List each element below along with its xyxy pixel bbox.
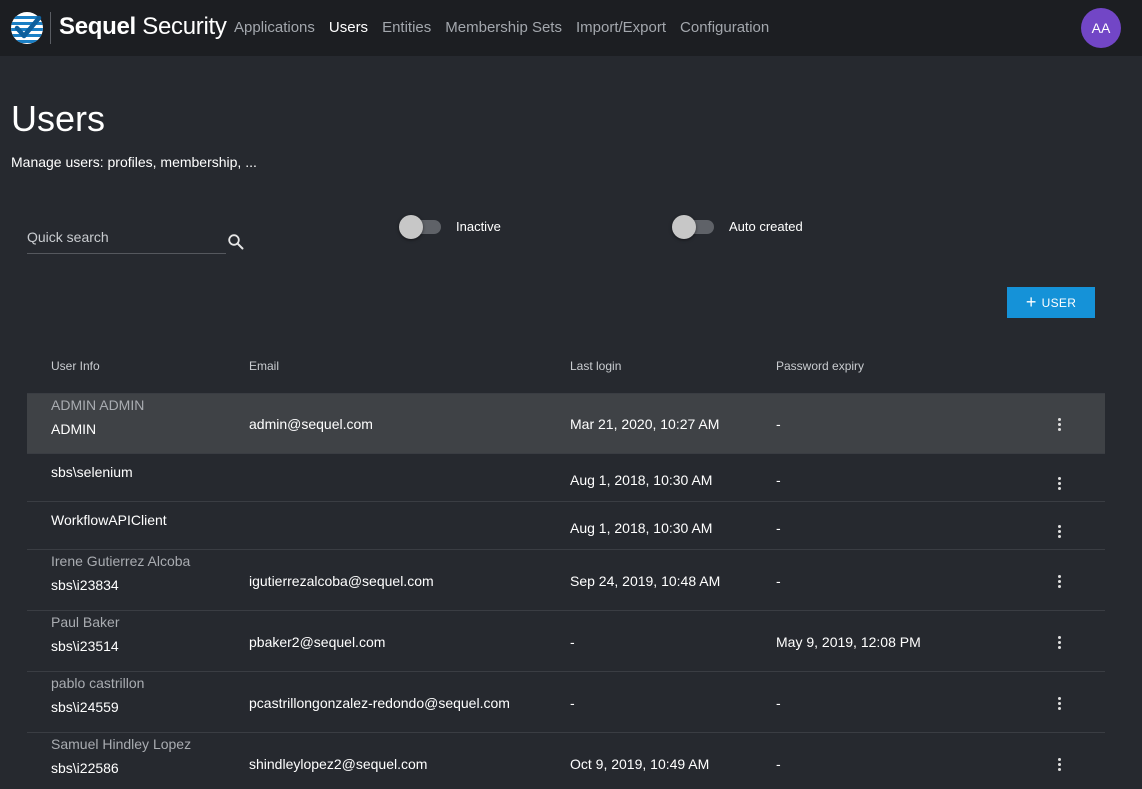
table-row[interactable]: Samuel Hindley Lopez sbs\i22586 shindleylo…: [27, 733, 1105, 789]
table-header: User Info Email Last login Password expi…: [27, 350, 1105, 394]
table-row[interactable]: pablo castrillon sbs\i24559 pcastrillongon…: [27, 672, 1105, 733]
user-password-expiry: -: [776, 756, 781, 772]
brand-bold: Sequel: [59, 13, 136, 40]
user-full-name: ADMIN ADMIN: [51, 397, 145, 413]
user-full-name: Samuel Hindley Lopez: [51, 736, 192, 752]
user-password-expiry: -: [776, 472, 781, 488]
search-input[interactable]: [27, 226, 226, 248]
user-last-login: -: [570, 695, 575, 711]
table-row[interactable]: WorkflowAPIClient Aug 1, 2018, 10:30 AM -: [27, 502, 1105, 550]
column-header-email[interactable]: Email: [249, 359, 279, 373]
nav-item-entities[interactable]: Entities: [382, 19, 431, 36]
row-more-menu-icon[interactable]: [1055, 525, 1063, 541]
user-login: sbs\i24559: [51, 699, 119, 715]
inactive-toggle[interactable]: [399, 215, 443, 239]
toggle-knob: [399, 215, 423, 239]
auto-created-toggle[interactable]: [672, 215, 716, 239]
toggle-knob: [672, 215, 696, 239]
search-field[interactable]: [27, 226, 226, 254]
user-password-expiry: -: [776, 416, 781, 432]
row-more-menu-icon[interactable]: [1055, 697, 1063, 713]
user-full-name: pablo castrillon: [51, 675, 145, 691]
user-email: shindleylopez2@sequel.com: [249, 756, 428, 772]
sequel-logo-icon[interactable]: [10, 11, 44, 45]
row-more-menu-icon[interactable]: [1055, 636, 1063, 652]
user-full-name: Irene Gutierrez Alcoba: [51, 553, 191, 569]
user-password-expiry: May 9, 2019, 12:08 PM: [776, 634, 921, 650]
user-email: pbaker2@sequel.com: [249, 634, 386, 650]
table-row[interactable]: sbs\selenium Aug 1, 2018, 10:30 AM -: [27, 454, 1105, 502]
row-more-menu-icon[interactable]: [1055, 575, 1063, 591]
auto-created-toggle-label: Auto created: [729, 219, 803, 234]
user-last-login: Aug 1, 2018, 10:30 AM: [570, 472, 713, 488]
user-last-login: -: [570, 634, 575, 650]
add-user-label: USER: [1041, 295, 1077, 310]
user-login: ADMIN: [51, 421, 97, 437]
column-header-password-expiry[interactable]: Password expiry: [776, 359, 864, 373]
main-nav: Applications Users Entities Membership Sets…: [234, 19, 783, 36]
table-row[interactable]: ADMIN ADMIN ADMIN admin@sequel.com Mar 21, …: [27, 394, 1105, 454]
user-login: sbs\i22586: [51, 760, 119, 776]
user-last-login: Mar 21, 2020, 10:27 AM: [570, 416, 720, 432]
row-more-menu-icon[interactable]: [1055, 418, 1063, 434]
page-subtitle: Manage users: profiles, membership, ...: [11, 154, 257, 170]
page-title: Users: [11, 98, 106, 139]
user-password-expiry: -: [776, 520, 781, 536]
column-header-user-info[interactable]: User Info: [51, 359, 100, 373]
user-last-login: Aug 1, 2018, 10:30 AM: [570, 520, 713, 536]
user-full-name: Paul Baker: [51, 614, 120, 630]
search-icon[interactable]: [227, 233, 245, 251]
nav-item-configuration[interactable]: Configuration: [680, 19, 769, 36]
inactive-toggle-label: Inactive: [456, 219, 501, 234]
user-login: sbs\i23834: [51, 577, 119, 593]
nav-item-membership-sets[interactable]: Membership Sets: [445, 19, 562, 36]
user-email: pcastrillongonzalez-redondo@sequel.com: [249, 695, 510, 711]
nav-item-applications[interactable]: Applications: [234, 19, 315, 36]
row-more-menu-icon[interactable]: [1055, 477, 1063, 493]
column-header-last-login[interactable]: Last login: [570, 359, 621, 373]
table-row[interactable]: Irene Gutierrez Alcoba sbs\i23834 igutierr…: [27, 550, 1105, 611]
user-email: igutierrezalcoba@sequel.com: [249, 573, 434, 589]
nav-item-users[interactable]: Users: [329, 19, 368, 36]
brand-name[interactable]: Sequel Security: [59, 13, 227, 41]
user-last-login: Oct 9, 2019, 10:49 AM: [570, 756, 710, 772]
row-more-menu-icon[interactable]: [1055, 758, 1063, 774]
avatar[interactable]: AA: [1081, 8, 1121, 48]
user-login: sbs\selenium: [51, 464, 133, 480]
user-password-expiry: -: [776, 695, 781, 711]
user-login: WorkflowAPIClient: [51, 512, 167, 528]
nav-item-import-export[interactable]: Import/Export: [576, 19, 666, 36]
users-table: User Info Email Last login Password expi…: [27, 350, 1105, 789]
table-row[interactable]: Paul Baker sbs\i23514 pbaker2@sequel.com - M…: [27, 611, 1105, 672]
add-user-button[interactable]: + USER: [1007, 287, 1095, 318]
brand-light: Security: [135, 13, 227, 40]
table-body: ADMIN ADMIN ADMIN admin@sequel.com Mar 21, …: [27, 394, 1105, 789]
user-password-expiry: -: [776, 573, 781, 589]
user-email: admin@sequel.com: [249, 416, 373, 432]
logo-divider: [50, 12, 51, 44]
user-login: sbs\i23514: [51, 638, 119, 654]
user-last-login: Sep 24, 2019, 10:48 AM: [570, 573, 721, 589]
top-bar: Sequel Security Applications Users Entitie…: [0, 0, 1142, 56]
plus-icon: +: [1025, 291, 1037, 312]
